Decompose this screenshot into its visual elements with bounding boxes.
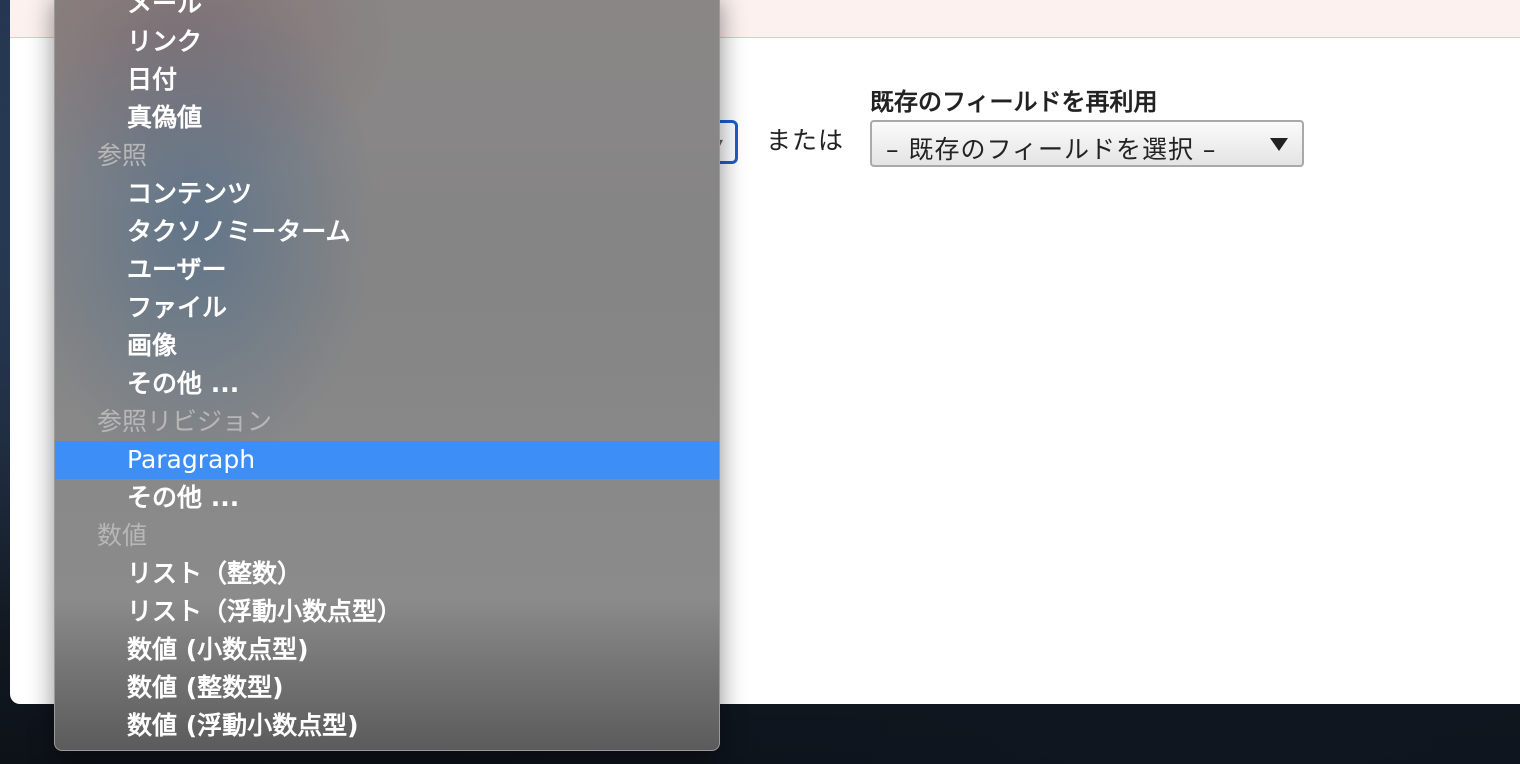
menu-item[interactable]: 数値 (整数型) xyxy=(55,669,719,707)
menu-item[interactable]: リンク xyxy=(55,23,719,61)
menu-item[interactable]: ユーザー xyxy=(55,251,719,289)
existing-field-select[interactable]: – 既存のフィールドを選択 – xyxy=(870,120,1304,167)
existing-field-select-value: – 既存のフィールドを選択 – xyxy=(886,135,1217,164)
menu-item[interactable]: メール xyxy=(55,0,719,23)
menu-item[interactable]: 画像 xyxy=(55,327,719,365)
or-label: または xyxy=(766,126,845,155)
menu-item[interactable]: リスト（浮動小数点型） xyxy=(55,593,719,631)
menu-item[interactable]: その他 ... xyxy=(55,479,719,517)
menu-item[interactable]: ファイル xyxy=(55,289,719,327)
menu-item[interactable]: コンテンツ xyxy=(55,175,719,213)
menu-group-label: 参照 xyxy=(97,141,148,170)
dropdown-arrow-icon xyxy=(1270,138,1288,151)
menu-item[interactable]: 日付 xyxy=(55,61,719,99)
menu-group-label: 参照リビジョン xyxy=(97,407,273,436)
field-type-dropdown-menu[interactable]: メール リンク 日付 真偽値 参照 コンテンツ タクソノミーターム ユーザー フ… xyxy=(54,0,720,751)
menu-item[interactable]: その他 ... xyxy=(55,365,719,403)
menu-item[interactable]: 真偽値 xyxy=(55,99,719,137)
menu-group-label: 数値 xyxy=(97,521,148,550)
existing-field-heading: 既存のフィールドを再利用 xyxy=(870,88,1158,116)
menu-item[interactable]: 数値 (浮動小数点型) xyxy=(55,707,719,745)
field-type-options: メール リンク 日付 真偽値 参照 コンテンツ タクソノミーターム ユーザー フ… xyxy=(55,0,719,745)
menu-item[interactable]: リスト（整数） xyxy=(55,555,719,593)
menu-item-selected[interactable]: Paragraph xyxy=(55,441,719,479)
menu-item[interactable]: 数値 (小数点型) xyxy=(55,631,719,669)
menu-item[interactable]: タクソノミーターム xyxy=(55,213,719,251)
